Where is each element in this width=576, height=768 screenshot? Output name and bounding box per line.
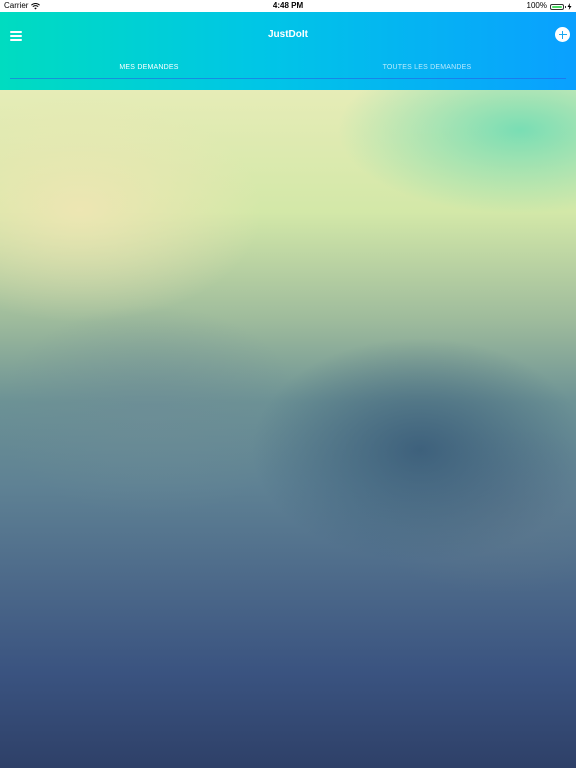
status-time: 4:48 PM xyxy=(272,1,304,10)
charging-icon xyxy=(567,2,572,10)
page-title: JustDoIt xyxy=(268,29,308,40)
tab-bar: MES DEMANDES TOUTES LES DEMANDES xyxy=(10,58,566,80)
battery-percent: 100% xyxy=(526,1,547,10)
tab-underline xyxy=(10,78,566,79)
blurred-background xyxy=(0,90,576,768)
nav-header: JustDoIt MES DEMANDES TOUTES LES DEMANDE… xyxy=(0,12,576,90)
app-screen: Carrier 4:48 PM 100% JustDoIt MES DEMAND… xyxy=(0,0,576,768)
battery-icon xyxy=(550,3,566,10)
tab-toutes-les-demandes[interactable]: TOUTES LES DEMANDES xyxy=(288,58,566,80)
status-right: 100% xyxy=(527,0,572,12)
tab-mes-demandes[interactable]: MES DEMANDES xyxy=(10,58,288,80)
status-bar: Carrier 4:48 PM 100% xyxy=(0,0,576,12)
plus-circle-icon[interactable] xyxy=(555,27,570,42)
